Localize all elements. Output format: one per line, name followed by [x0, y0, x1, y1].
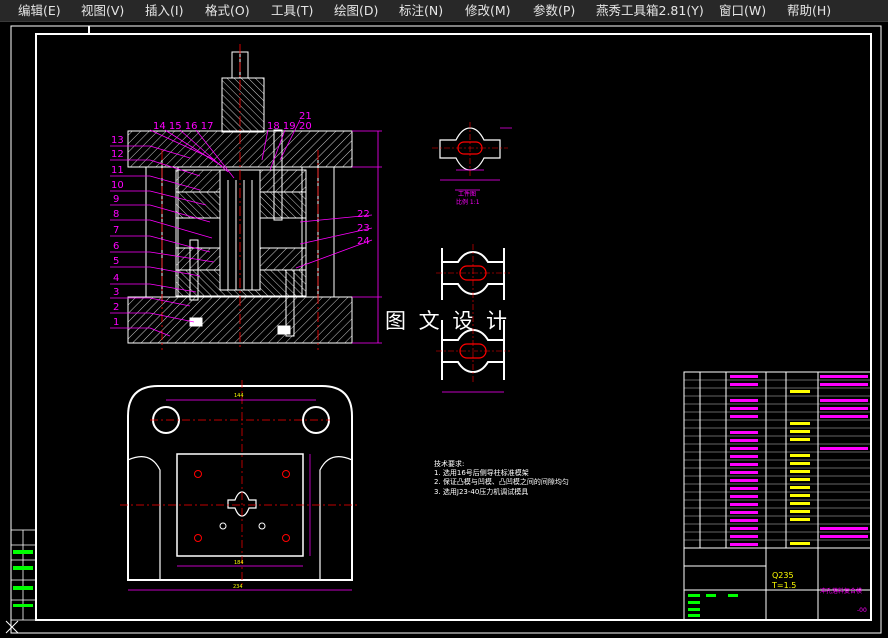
part-numbers-18-19: 18 19 — [267, 121, 296, 132]
tech-requirement-1: 1. 选用16号后侧导柱标准模架 — [434, 468, 529, 477]
menu-help[interactable]: 帮助(H) — [787, 2, 831, 19]
parts-list-rows — [684, 379, 871, 541]
part-number-10: 10 — [111, 180, 124, 191]
workpiece-dims — [440, 127, 512, 191]
menu-yanxiu-toolbox[interactable]: 燕秀工具箱2.81(Y) — [596, 2, 704, 19]
part-number-13: 13 — [111, 135, 124, 146]
part-number-7: 7 — [113, 225, 119, 236]
part-number-9: 9 — [113, 194, 119, 205]
parts-list-entries — [730, 375, 868, 546]
menu-insert[interactable]: 插入(I) — [145, 2, 183, 19]
part-number-23: 23 — [357, 223, 370, 234]
part-number-4: 4 — [113, 273, 119, 284]
part-number-22: 22 — [357, 209, 370, 220]
tech-requirement-2: 2. 保证凸模与凹模、凸凹模之间的间隙均匀 — [434, 477, 569, 486]
part-number-3: 3 — [113, 287, 119, 298]
thickness-label: T=1.5 — [771, 581, 796, 590]
menu-window[interactable]: 窗口(W) — [719, 2, 766, 19]
cad-drawing: 13 12 11 10 9 8 7 6 5 4 3 2 1 14 15 16 1… — [5, 25, 882, 634]
drawing-name: 冲孔落料复合模 — [820, 587, 862, 595]
part-number-24: 24 — [357, 236, 370, 247]
part-number-11: 11 — [111, 165, 124, 176]
menu-tools[interactable]: 工具(T) — [271, 2, 313, 19]
drawing-code: -00 — [857, 607, 867, 614]
tech-requirement-3: 3. 选用J23-40压力机调试模具 — [434, 487, 528, 496]
part-number-6: 6 — [113, 241, 119, 252]
part-number-8: 8 — [113, 209, 119, 220]
tech-requirements-title: 技术要求: — [434, 459, 464, 468]
part-number-20: 20 — [299, 121, 312, 132]
menu-modify[interactable]: 修改(M) — [465, 2, 511, 19]
part-numbers-14-17: 14 15 16 17 — [153, 121, 213, 132]
menu-draw[interactable]: 绘图(D) — [334, 2, 378, 19]
part-number-5: 5 — [113, 256, 119, 267]
workpiece-top-view — [432, 122, 508, 176]
plan-view — [127, 385, 353, 581]
plan-dim-mid: 184 — [234, 560, 244, 566]
plan-dim-bottom: 234 — [233, 584, 243, 590]
plan-dim-top: 144 — [234, 393, 244, 399]
menu-view[interactable]: 视图(V) — [81, 2, 124, 19]
workpiece-view-label: 工件图 — [458, 190, 476, 198]
ucs-icon — [5, 620, 19, 634]
menu-format[interactable]: 格式(O) — [205, 2, 250, 19]
part-number-12: 12 — [111, 149, 124, 160]
menu-parameters[interactable]: 参数(P) — [533, 2, 575, 19]
part-number-2: 2 — [113, 302, 119, 313]
title-block-green-fills — [688, 594, 738, 617]
title-block-text: Q235 T=1.5 冲孔落料复合模 -00 — [771, 571, 867, 614]
watermark: 图 文 设 计 — [385, 309, 510, 333]
workpiece-scale-label: 比例 1:1 — [456, 198, 480, 206]
tech-requirements: 技术要求: 1. 选用16号后侧导柱标准模架 2. 保证凸模与凹模、凸凹模之间的… — [434, 459, 569, 496]
menu-edit[interactable]: 编辑(E) — [18, 2, 61, 19]
part-number-1: 1 — [113, 317, 119, 328]
material-label: Q235 — [772, 571, 794, 580]
menu-bar: 编辑(E) 视图(V) 插入(I) 格式(O) 工具(T) 绘图(D) 标注(N… — [0, 0, 888, 22]
drawing-canvas[interactable]: 13 12 11 10 9 8 7 6 5 4 3 2 1 14 15 16 1… — [0, 22, 888, 638]
menu-dimension[interactable]: 标注(N) — [399, 2, 443, 19]
